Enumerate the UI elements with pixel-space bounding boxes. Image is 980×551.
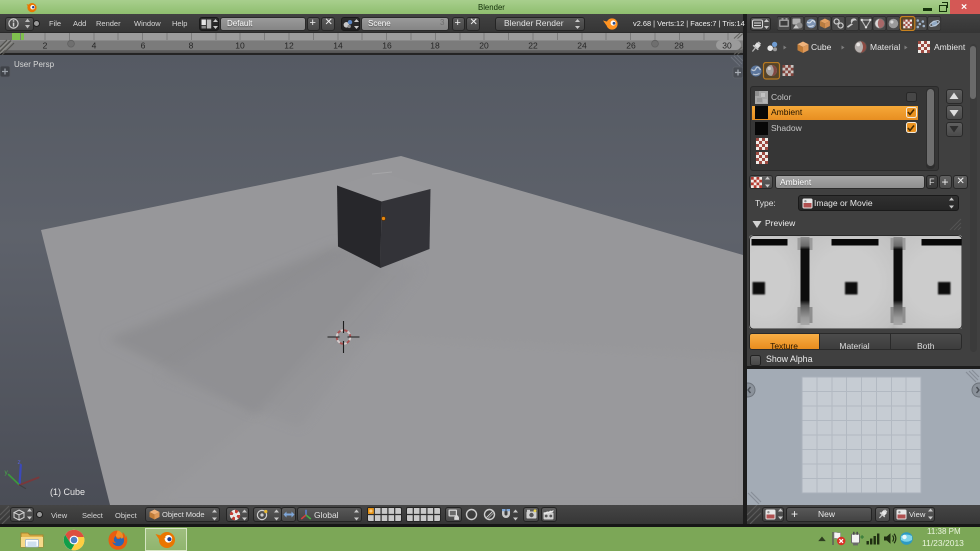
svg-text:18: 18 (430, 40, 440, 50)
svg-text:22: 22 (528, 40, 538, 50)
svg-text:20: 20 (479, 40, 489, 50)
svg-text:26: 26 (626, 40, 636, 50)
svg-text:14: 14 (333, 40, 343, 50)
svg-text:z: z (18, 459, 21, 466)
svg-text:4: 4 (92, 40, 97, 50)
svg-text:24: 24 (577, 40, 587, 50)
svg-text:28: 28 (674, 40, 684, 50)
svg-text:2: 2 (43, 40, 48, 50)
svg-text:Ambient: Ambient (934, 42, 966, 52)
svg-text:8: 8 (189, 40, 194, 50)
svg-text:Material: Material (870, 42, 900, 52)
svg-text:12: 12 (284, 40, 294, 50)
svg-text:30: 30 (722, 40, 732, 50)
svg-text:Cube: Cube (811, 42, 832, 52)
svg-text:6: 6 (141, 40, 146, 50)
svg-text:16: 16 (382, 40, 392, 50)
svg-text:10: 10 (235, 40, 245, 50)
